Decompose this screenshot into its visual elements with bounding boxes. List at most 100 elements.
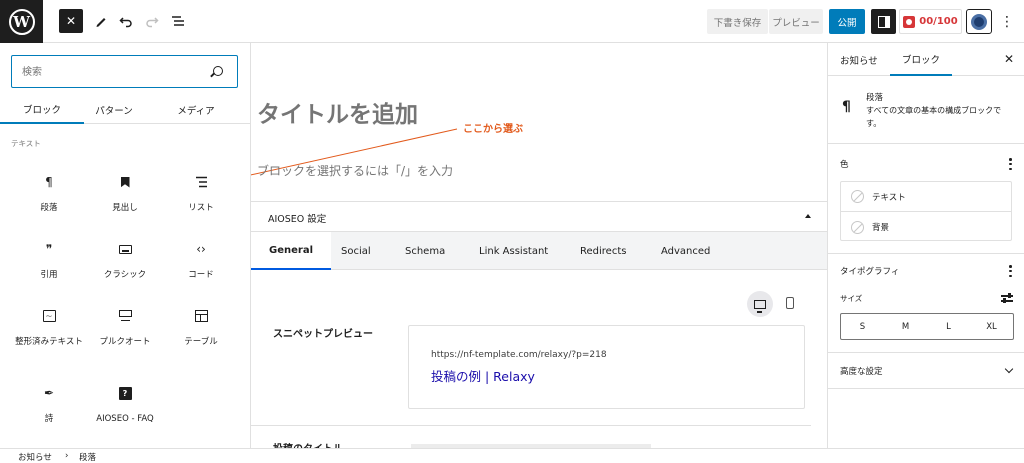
- block-item-quote[interactable]: ❞ 引用: [11, 240, 87, 300]
- tab-advanced[interactable]: Advanced: [661, 232, 710, 270]
- pen-icon[interactable]: [89, 9, 113, 33]
- desktop-preview-button[interactable]: [747, 291, 773, 317]
- divider: [828, 352, 1024, 353]
- tab-patterns[interactable]: パターン: [84, 96, 144, 124]
- font-size-m[interactable]: M: [884, 314, 927, 339]
- collapse-caret-icon[interactable]: [805, 214, 811, 218]
- list-view-icon[interactable]: [166, 9, 190, 33]
- pullquote-icon: [118, 307, 132, 325]
- block-item-heading[interactable]: 見出し: [87, 173, 163, 233]
- redo-icon[interactable]: [140, 9, 164, 33]
- block-item-pullquote[interactable]: プルクオート: [87, 307, 163, 367]
- color-background-option[interactable]: 背景: [841, 212, 1011, 242]
- color-swatch-icon: [851, 220, 864, 234]
- block-inserter-panel: ブロック パターン メディア テキスト ¶ 段落 見出し リスト ❞ 引用 クラ…: [0, 43, 251, 448]
- settings-sidebar: お知らせ ブロック ✕ ¶ 段落 すべての文章の基本の構成ブロックです。 色 テ…: [827, 43, 1024, 448]
- block-card-description: すべての文章の基本の構成ブロックです。: [866, 106, 1002, 128]
- block-item-label: リスト: [188, 203, 214, 213]
- snippet-url: https://nf-template.com/relaxy/?p=218: [431, 350, 607, 360]
- aioseo-settings-title: AIOSEO 設定: [268, 214, 327, 225]
- block-item-label: 整形済みテキスト: [15, 337, 83, 347]
- block-item-label: コード: [188, 270, 214, 280]
- snippet-preview-box: https://nf-template.com/relaxy/?p=218 投稿…: [408, 325, 805, 409]
- more-vertical-icon[interactable]: ⋮: [998, 9, 1016, 34]
- snippet-preview-label: スニペットプレビュー: [273, 329, 373, 340]
- post-title-input[interactable]: タイトルを追加: [257, 95, 418, 129]
- font-size-picker: S M L XL: [840, 313, 1014, 340]
- monitor-icon: [754, 299, 766, 313]
- breadcrumb: お知らせ › 段落: [0, 448, 1024, 463]
- snippet-title: 投稿の例 | Relaxy: [431, 369, 535, 384]
- wordpress-logo-icon: W: [8, 8, 35, 35]
- undo-icon[interactable]: [114, 9, 138, 33]
- block-card: ¶ 段落 すべての文章の基本の構成ブロックです。: [828, 76, 1024, 144]
- breadcrumb-post[interactable]: お知らせ: [18, 451, 52, 463]
- tab-blocks[interactable]: ブロック: [0, 96, 84, 124]
- preview-button[interactable]: プレビュー: [769, 9, 823, 34]
- chevron-down-icon[interactable]: [1004, 364, 1014, 374]
- aioseo-settings-button[interactable]: [966, 9, 992, 34]
- paragraph-icon: ¶: [842, 99, 851, 115]
- more-vertical-icon[interactable]: [1009, 265, 1012, 277]
- quote-icon: ❞: [45, 242, 53, 256]
- typography-panel-title: タイポグラフィ: [840, 267, 900, 277]
- sliders-icon[interactable]: [1001, 293, 1013, 303]
- advanced-panel-toggle[interactable]: 高度な設定: [840, 365, 883, 377]
- aioseo-settings-header[interactable]: AIOSEO 設定: [251, 201, 827, 232]
- list-icon: [195, 173, 208, 191]
- aioseo-score-value: 00/100: [919, 16, 958, 27]
- sidebar-tabs: お知らせ ブロック ✕: [828, 43, 1024, 76]
- block-item-label: 引用: [40, 270, 58, 280]
- block-item-table[interactable]: テーブル: [163, 307, 239, 367]
- block-item-verse[interactable]: ✒ 詩: [11, 384, 87, 444]
- block-card-title: 段落: [866, 93, 884, 103]
- aioseo-gear-icon: [971, 13, 987, 30]
- color-panel-title: 色: [840, 160, 849, 170]
- block-item-paragraph[interactable]: ¶ 段落: [11, 173, 87, 233]
- mobile-icon[interactable]: [786, 297, 794, 309]
- divider: [828, 253, 1024, 254]
- aioseo-score-icon: [903, 15, 916, 28]
- block-item-label: クラシック: [103, 270, 147, 280]
- save-draft-button[interactable]: 下書き保存: [707, 9, 768, 34]
- faq-icon: ?: [118, 384, 132, 402]
- block-item-code[interactable]: ‹› コード: [163, 240, 239, 300]
- feather-icon: ✒: [43, 386, 55, 400]
- search-box: [11, 55, 238, 88]
- search-input[interactable]: [22, 63, 202, 81]
- block-item-classic[interactable]: クラシック: [87, 240, 163, 300]
- font-size-s[interactable]: S: [841, 314, 884, 339]
- editor-toolbar: W ✕ 下書き保存 プレビュー 公開 00/100 ⋮: [0, 0, 1024, 43]
- color-background-label: 背景: [872, 223, 890, 233]
- block-item-list[interactable]: リスト: [163, 173, 239, 233]
- font-size-l[interactable]: L: [927, 314, 970, 339]
- close-inserter-button[interactable]: ✕: [59, 9, 83, 33]
- block-item-aioseo-faq[interactable]: ? AIOSEO - FAQ: [87, 384, 163, 444]
- publish-button[interactable]: 公開: [829, 9, 865, 34]
- settings-panel-button[interactable]: [871, 9, 896, 34]
- tab-post[interactable]: お知らせ: [828, 43, 890, 76]
- font-size-label: サイズ: [840, 294, 863, 303]
- color-swatch-icon: [851, 190, 864, 203]
- aioseo-tabs: General Social Schema Link Assistant Red…: [251, 232, 827, 270]
- tab-media[interactable]: メディア: [160, 96, 232, 124]
- tab-schema[interactable]: Schema: [405, 232, 445, 270]
- search-icon[interactable]: [213, 66, 223, 76]
- tab-social[interactable]: Social: [341, 232, 371, 270]
- wordpress-logo-button[interactable]: W: [0, 0, 43, 43]
- tab-link-assistant[interactable]: Link Assistant: [479, 232, 548, 270]
- close-icon[interactable]: ✕: [1004, 52, 1014, 66]
- tab-general[interactable]: General: [251, 232, 331, 270]
- font-size-xl[interactable]: XL: [970, 314, 1013, 339]
- block-appender[interactable]: ブロックを選択するには「/」を入力: [257, 162, 453, 179]
- color-text-option[interactable]: テキスト: [841, 182, 1011, 212]
- breadcrumb-paragraph[interactable]: 段落: [79, 451, 96, 463]
- category-heading: テキスト: [11, 139, 41, 148]
- block-item-preformatted[interactable]: ⁓ 整形済みテキスト: [11, 307, 87, 367]
- tab-block[interactable]: ブロック: [890, 43, 953, 76]
- tab-redirects[interactable]: Redirects: [580, 232, 626, 270]
- block-item-label: テーブル: [184, 337, 218, 347]
- annotation-label: ここから選ぶ: [463, 124, 523, 135]
- more-vertical-icon[interactable]: [1009, 158, 1012, 170]
- aioseo-score-button[interactable]: 00/100: [899, 9, 962, 34]
